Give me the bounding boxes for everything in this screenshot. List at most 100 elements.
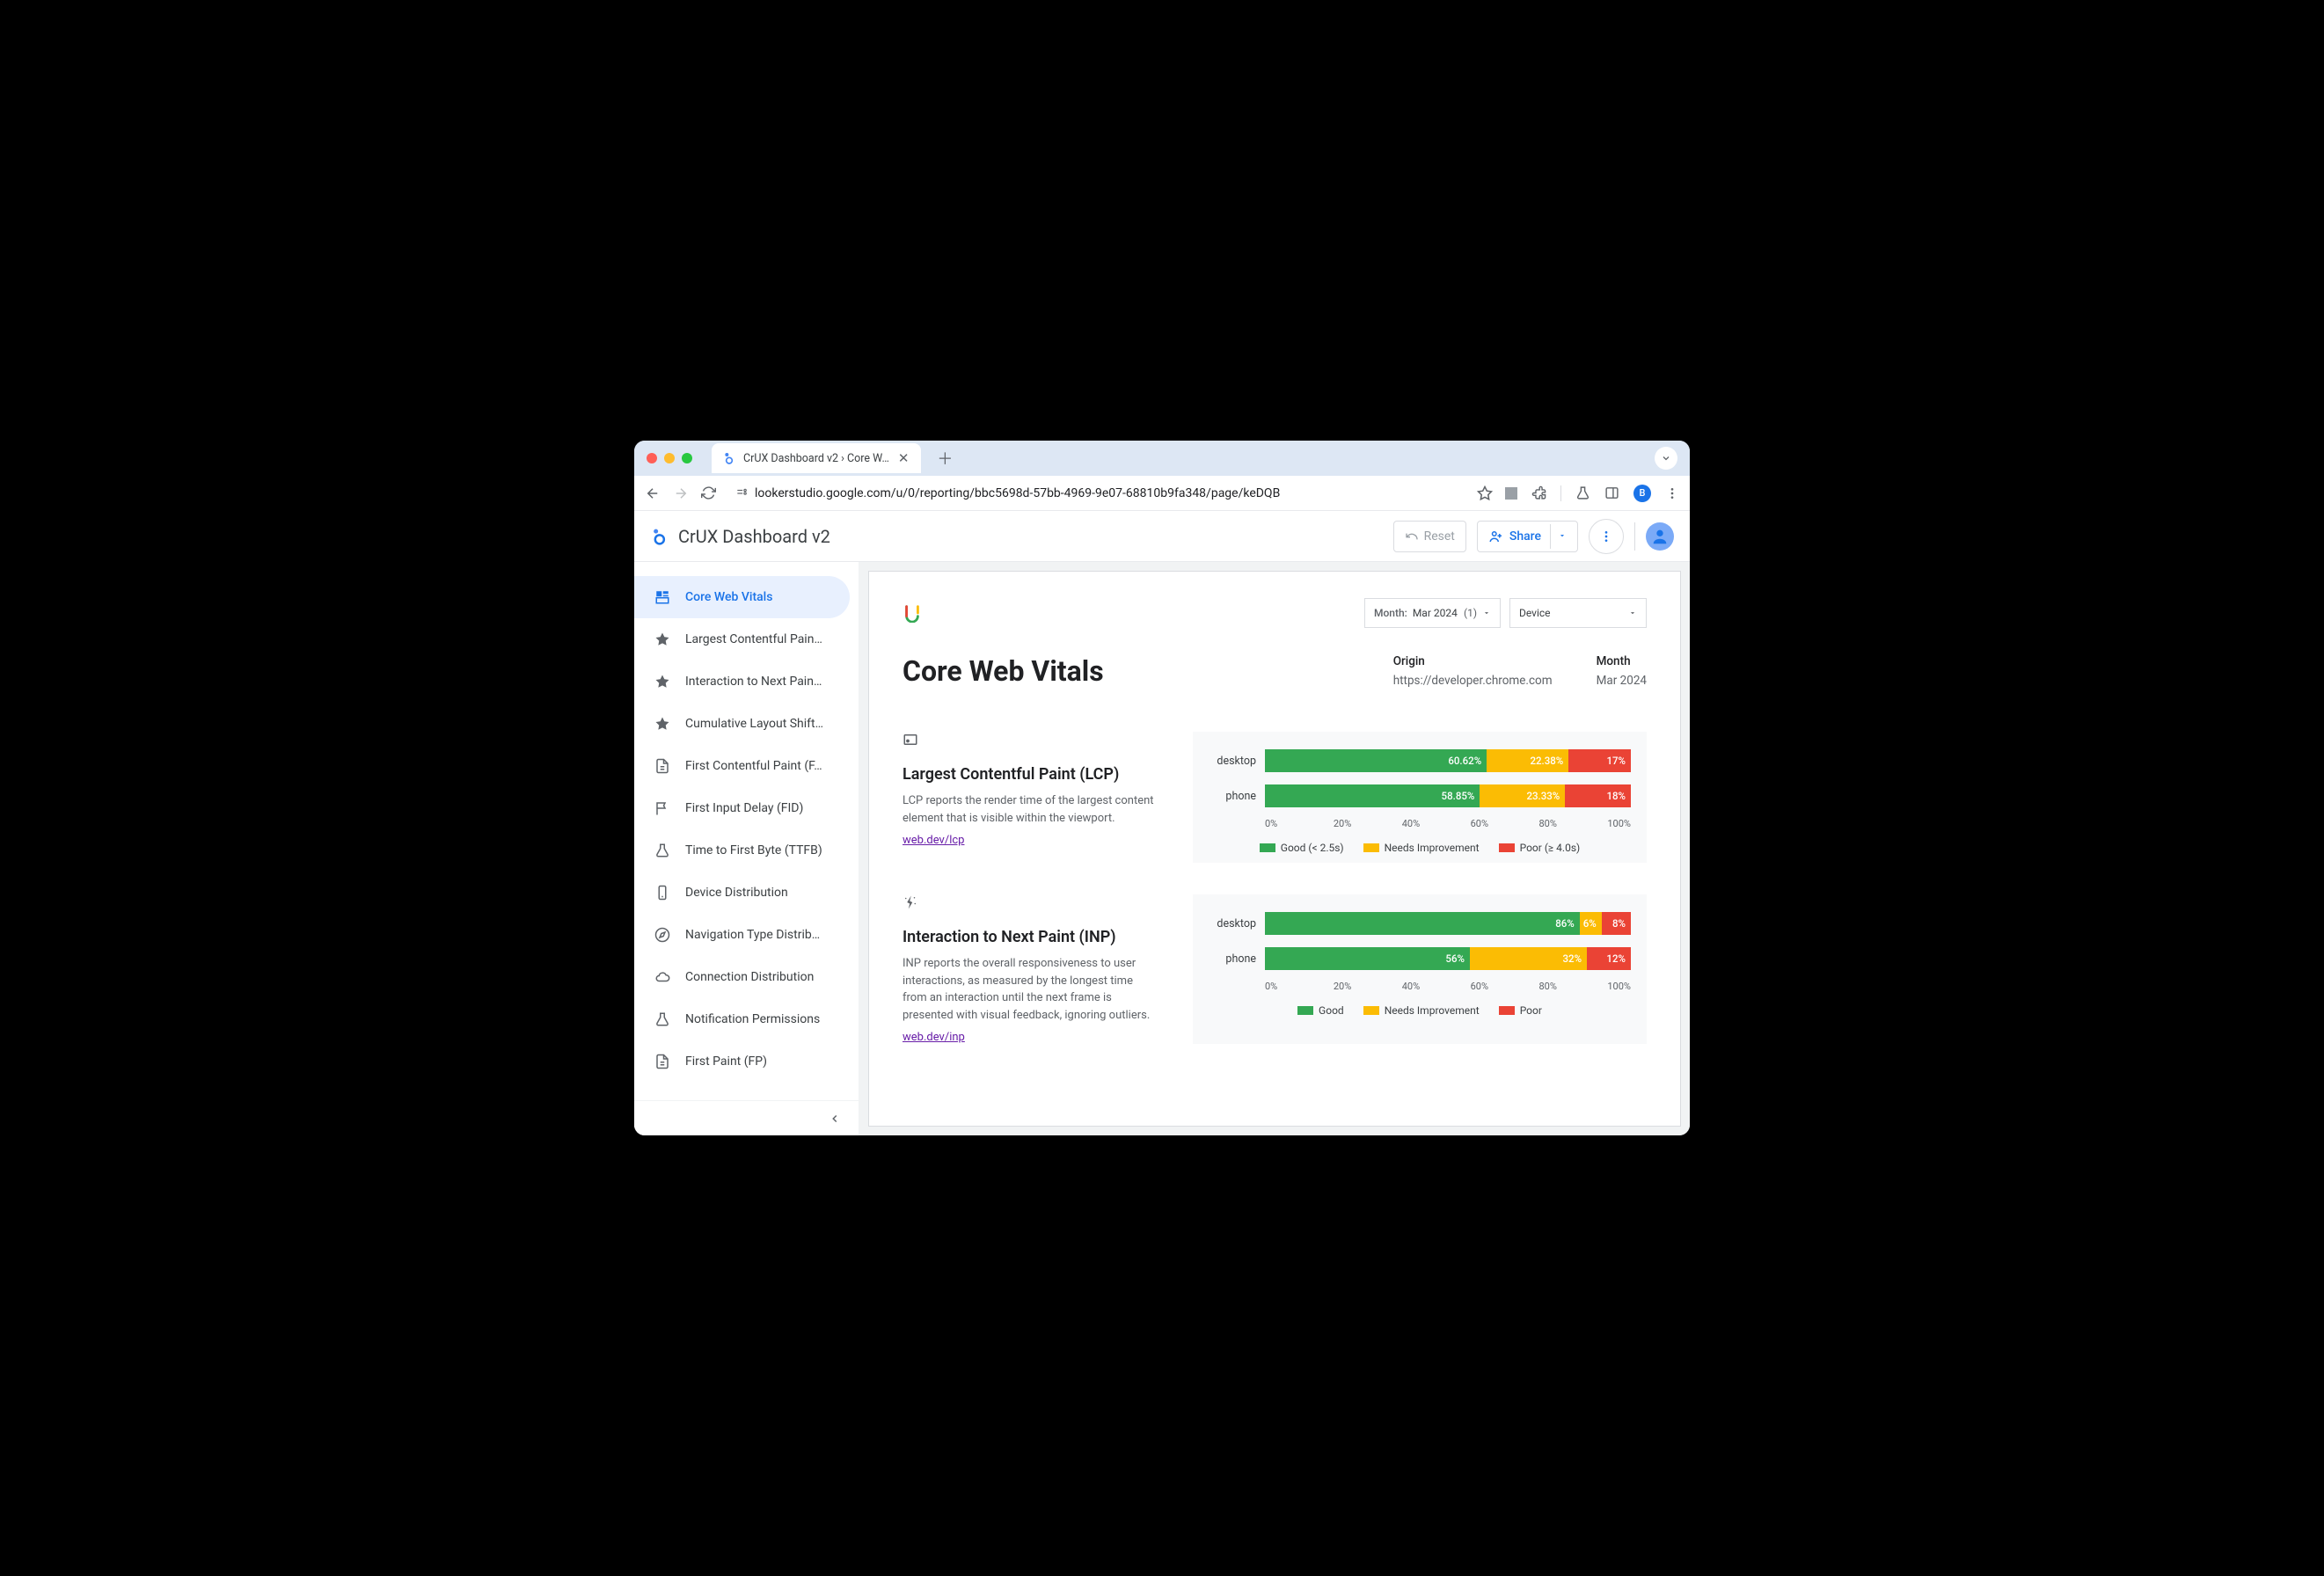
swatch-icon (1363, 1006, 1379, 1015)
cloud-icon (654, 968, 671, 986)
sidebar-item-time-to-first-byte-ttfb[interactable]: Time to First Byte (TTFB) (634, 829, 859, 872)
sidebar-item-label: Notification Permissions (685, 1012, 820, 1026)
sidebar-item-cumulative-layout-shift[interactable]: Cumulative Layout Shift… (634, 703, 859, 745)
share-button[interactable]: Share (1477, 521, 1578, 552)
maximize-window[interactable] (682, 453, 692, 463)
extension-icon[interactable] (1505, 487, 1517, 500)
axis-tick: 40% (1402, 981, 1471, 992)
bar-segment-poor: 17% (1568, 749, 1631, 772)
url-text: lookerstudio.google.com/u/0/reporting/bb… (755, 486, 1280, 500)
star-icon (654, 673, 671, 690)
browser-window: CrUX Dashboard v2 › Core W… ✕ ＋ lookerst… (634, 441, 1690, 1135)
sidebar-item-connection-distribution[interactable]: Connection Distribution (634, 956, 859, 998)
bar-segment-good: 86% (1265, 912, 1580, 935)
more-vert-icon (1599, 529, 1613, 544)
sidebar-item-label: First Paint (FP) (685, 1054, 767, 1069)
legend-item-poor: Poor (1499, 1004, 1542, 1017)
labs-icon[interactable] (1575, 485, 1590, 500)
sidebar-item-label: Device Distribution (685, 886, 788, 900)
bar-segment-poor: 18% (1565, 784, 1631, 807)
close-tab-icon[interactable]: ✕ (896, 450, 911, 466)
legend-item-ni: Needs Improvement (1363, 1004, 1480, 1017)
dropdown-icon (1628, 609, 1637, 617)
app-header: CrUX Dashboard v2 Reset Share (634, 511, 1690, 562)
metric-icon (903, 894, 1158, 914)
metric-icon (903, 732, 1158, 751)
bar-segment-good: 58.85% (1265, 784, 1480, 807)
sidebar-item-label: First Contentful Paint (F… (685, 759, 822, 773)
report-page: Month: Mar 2024 (1) Device Core Web Vita… (868, 571, 1681, 1127)
new-tab-button[interactable]: ＋ (937, 447, 953, 470)
address-bar[interactable]: lookerstudio.google.com/u/0/reporting/bb… (728, 480, 1465, 507)
close-window[interactable] (647, 453, 657, 463)
month-value: Mar 2024 (1597, 674, 1647, 688)
browser-toolbar: lookerstudio.google.com/u/0/reporting/bb… (634, 476, 1690, 511)
metric-info: Interaction to Next Paint (INP)INP repor… (903, 894, 1158, 1044)
metric-link[interactable]: web.dev/lcp (903, 834, 964, 847)
stacked-bar[interactable]: 86%6%8% (1265, 912, 1631, 935)
axis-tick: 80% (1539, 981, 1608, 992)
metric-link[interactable]: web.dev/inp (903, 1031, 965, 1044)
metric-title: Largest Contentful Paint (LCP) (903, 765, 1158, 784)
back-button[interactable] (645, 485, 661, 501)
chart-row: desktop 86%6%8% (1209, 910, 1631, 937)
forward-button[interactable] (673, 485, 689, 501)
sidebar-item-first-input-delay-fid[interactable]: First Input Delay (FID) (634, 787, 859, 829)
category-label: phone (1209, 952, 1256, 966)
reload-button[interactable] (701, 485, 716, 500)
account-avatar[interactable] (1646, 522, 1674, 551)
extensions-button[interactable] (1531, 485, 1546, 500)
sidebar-item-core-web-vitals[interactable]: Core Web Vitals (634, 576, 850, 618)
legend-item-ni: Needs Improvement (1363, 842, 1480, 854)
category-label: desktop (1209, 917, 1256, 930)
sidebar-item-label: Cumulative Layout Shift… (685, 717, 823, 731)
legend-item-poor: Poor (≥ 4.0s) (1499, 842, 1581, 854)
category-label: desktop (1209, 755, 1256, 768)
origin-block: Origin https://developer.chrome.com (1393, 654, 1553, 688)
sidebar-item-first-paint-fp[interactable]: First Paint (FP) (634, 1040, 859, 1083)
axis-tick: 60% (1471, 818, 1539, 829)
collapse-sidebar-button[interactable] (634, 1100, 859, 1135)
sidepanel-icon[interactable] (1604, 485, 1619, 500)
site-info-icon[interactable] (735, 487, 748, 500)
metric-chart: desktop60.62%22.38%17%phone58.85%23.33%1… (1193, 732, 1647, 863)
month-filter[interactable]: Month: Mar 2024 (1) (1364, 598, 1501, 628)
stacked-bar[interactable]: 60.62%22.38%17% (1265, 749, 1631, 772)
sidebar-item-navigation-type-distrib[interactable]: Navigation Type Distrib… (634, 914, 859, 956)
menu-icon[interactable] (1665, 486, 1679, 500)
bookmark-button[interactable] (1477, 485, 1493, 501)
month-block: Month Mar 2024 (1597, 654, 1647, 688)
more-options-button[interactable] (1589, 519, 1624, 554)
bar-segment-ni: 32% (1470, 947, 1587, 970)
tab-search-button[interactable] (1655, 447, 1677, 470)
bar-segment-ni: 6% (1580, 912, 1602, 935)
sidebar-item-first-contentful-paint-f[interactable]: First Contentful Paint (F… (634, 745, 859, 787)
browser-tab[interactable]: CrUX Dashboard v2 › Core W… ✕ (712, 443, 921, 473)
dropdown-icon (1482, 609, 1491, 617)
device-filter[interactable]: Device (1509, 598, 1647, 628)
traffic-lights (647, 453, 692, 463)
profile-avatar[interactable]: B (1633, 485, 1651, 502)
chart-row: desktop 60.62%22.38%17% (1209, 748, 1631, 774)
flask-icon (654, 1011, 671, 1028)
sidebar-item-device-distribution[interactable]: Device Distribution (634, 872, 859, 914)
x-axis: 0%20%40%60%80%100% (1265, 981, 1631, 992)
origin-heading: Origin (1393, 654, 1553, 668)
axis-tick: 20% (1334, 981, 1402, 992)
reset-button[interactable]: Reset (1393, 521, 1466, 552)
separator (1560, 485, 1561, 501)
sidebar-item-label: Connection Distribution (685, 970, 814, 984)
share-dropdown-icon[interactable] (1550, 524, 1574, 549)
chart-legend: Good (< 2.5s)Needs ImprovementPoor (≥ 4.… (1209, 842, 1631, 854)
filter-bar: Month: Mar 2024 (1) Device (903, 598, 1647, 628)
sidebar-item-interaction-to-next-pain[interactable]: Interaction to Next Pain… (634, 660, 859, 703)
stacked-bar[interactable]: 58.85%23.33%18% (1265, 784, 1631, 807)
minimize-window[interactable] (664, 453, 675, 463)
star-icon (654, 715, 671, 733)
bar-segment-poor: 12% (1587, 947, 1631, 970)
main-canvas: Month: Mar 2024 (1) Device Core Web Vita… (859, 562, 1690, 1135)
sidebar-item-largest-contentful-pain[interactable]: Largest Contentful Pain… (634, 618, 859, 660)
sidebar-item-notification-permissions[interactable]: Notification Permissions (634, 998, 859, 1040)
stacked-bar[interactable]: 56%32%12% (1265, 947, 1631, 970)
reset-label: Reset (1424, 529, 1455, 544)
